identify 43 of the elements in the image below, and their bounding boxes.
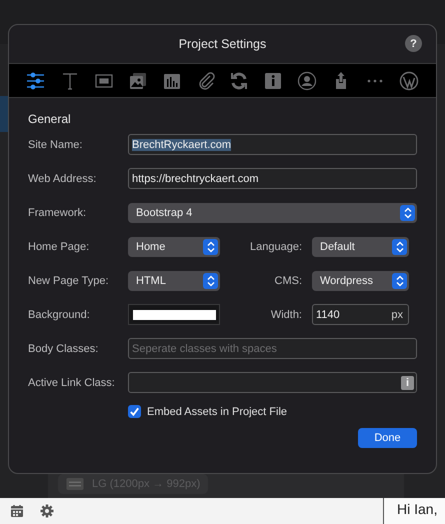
tab-wordpress-icon[interactable]: [398, 70, 419, 90]
tab-info-icon[interactable]: [263, 70, 284, 90]
app-side-strip: [0, 96, 8, 132]
help-button[interactable]: ?: [405, 35, 422, 52]
tab-sliders-icon[interactable]: [26, 70, 46, 90]
field-label: Active Link Class:: [28, 376, 116, 388]
site-name-field[interactable]: BrechtRyckaert.com: [128, 134, 417, 155]
page-type-dropdown[interactable]: HTML: [128, 270, 220, 290]
message-text: Hi Ian,: [397, 501, 438, 517]
home-page-dropdown[interactable]: Home: [128, 236, 220, 256]
stepper-icon: [392, 272, 407, 288]
width-field[interactable]: 1140 px: [312, 304, 409, 325]
stepper-icon: [203, 238, 218, 254]
field-label: Language:: [249, 240, 303, 252]
field-label: Body Classes:: [28, 342, 100, 354]
field-label: Web Address:: [28, 172, 98, 184]
dialog-title: Project Settings: [178, 37, 266, 51]
field-label: Framework:: [28, 206, 88, 218]
tab-refresh-icon[interactable]: [229, 70, 250, 90]
calendar-icon[interactable]: [10, 504, 24, 518]
tab-person-icon[interactable]: [297, 70, 318, 90]
field-label: Width:: [270, 308, 303, 320]
done-button[interactable]: Done: [358, 428, 417, 448]
field-label: Home Page:: [28, 240, 90, 252]
stepper-icon: [400, 204, 415, 220]
language-dropdown[interactable]: Default: [312, 236, 409, 256]
field-label: New Page Type:: [28, 274, 110, 286]
cms-dropdown[interactable]: Wordpress: [312, 270, 409, 290]
stepper-icon: [392, 238, 407, 254]
sliders-icon: [66, 478, 84, 490]
field-label: CMS:: [274, 274, 303, 286]
checkbox-label: Embed Assets in Project File: [147, 406, 288, 418]
settings-icon[interactable]: [40, 504, 54, 518]
color-well[interactable]: [128, 304, 220, 325]
body-classes-field[interactable]: Seperate classes with spaces: [128, 338, 417, 359]
framework-dropdown[interactable]: Bootstrap 4: [128, 202, 417, 222]
embed-assets-checkbox[interactable]: [128, 405, 141, 418]
section-heading: General: [28, 112, 72, 126]
web-address-field[interactable]: https://brechtryckaert.com: [128, 168, 417, 189]
stepper-icon: [203, 272, 218, 288]
field-label: Site Name:: [28, 138, 84, 150]
tab-images-icon[interactable]: [128, 70, 148, 90]
field-label: Background:: [28, 308, 91, 320]
